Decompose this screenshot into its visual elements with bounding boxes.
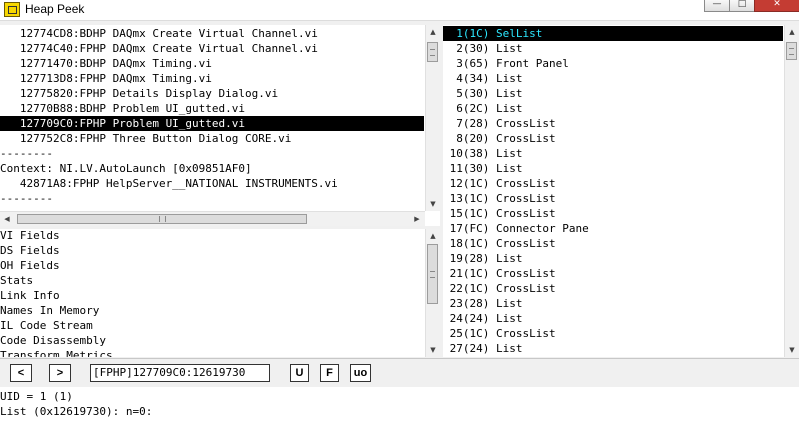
f-button[interactable]: F: [320, 364, 339, 382]
objects-list-item[interactable]: 4(34) List: [443, 71, 522, 86]
maximize-button[interactable]: □: [729, 0, 755, 12]
heap-list-item[interactable]: --------: [0, 191, 53, 206]
objects-list-pane[interactable]: 1(1C) SelList 2(30) List 3(65) Front Pan…: [443, 25, 799, 357]
objects-list-item[interactable]: 25(1C) CrossList: [443, 326, 556, 341]
fields-list-item[interactable]: Link Info: [0, 288, 60, 303]
objects-list-item[interactable]: 10(38) List: [443, 146, 523, 161]
fields-list-item[interactable]: OH Fields: [0, 258, 60, 273]
heap-list-vscrollbar[interactable]: ▲ ▼: [425, 25, 440, 211]
heap-list-item[interactable]: --------: [0, 146, 53, 161]
heap-list-item[interactable]: 42871A8:FPHP HelpServer__NATIONAL INSTRU…: [0, 176, 338, 191]
heap-list-hscrollbar[interactable]: ◀ ▶: [0, 211, 425, 226]
scroll-up-icon[interactable]: ▲: [428, 231, 438, 241]
objects-list-item[interactable]: 19(28) List: [443, 251, 523, 266]
heap-list-item[interactable]: Context: NI.LV.AutoLaunch [0x09851AF0]: [0, 161, 252, 176]
uo-button[interactable]: uo: [350, 364, 371, 382]
objects-list-item[interactable]: 7(28) CrossList: [443, 116, 555, 131]
heap-list-item[interactable]: 12774C40:FPHP DAQmx Create Virtual Chann…: [0, 41, 318, 56]
objects-list-item[interactable]: 13(1C) CrossList: [443, 191, 556, 206]
objects-list-item[interactable]: 23(28) List: [443, 296, 523, 311]
heap-list-item[interactable]: 127709C0:FPHP Problem UI_gutted.vi: [0, 116, 424, 131]
scroll-thumb[interactable]: [427, 42, 438, 62]
heap-list-item[interactable]: 12771470:BDHP DAQmx Timing.vi: [0, 56, 212, 71]
objects-list-item[interactable]: 2(30) List: [443, 41, 522, 56]
fields-list-item[interactable]: Transform Metrics: [0, 348, 113, 357]
scroll-down-icon[interactable]: ▼: [787, 345, 797, 355]
forward-button[interactable]: >: [49, 364, 71, 382]
objects-list-item[interactable]: 21(1C) CrossList: [443, 266, 556, 281]
scroll-left-icon[interactable]: ◀: [2, 214, 12, 224]
objects-list-item[interactable]: 6(2C) List: [443, 101, 522, 116]
heap-list-item[interactable]: 12774CD8:BDHP DAQmx Create Virtual Chann…: [0, 26, 318, 41]
heap-list-item[interactable]: 127713D8:FPHP DAQmx Timing.vi: [0, 71, 212, 86]
objects-list-item[interactable]: 27(24) List: [443, 341, 523, 356]
close-button[interactable]: ✕: [754, 0, 799, 12]
title-bar: Heap Peek — □ ✕: [0, 0, 799, 21]
objects-list-item[interactable]: 1(1C) SelList: [443, 26, 783, 41]
objects-list-item[interactable]: 18(1C) CrossList: [443, 236, 556, 251]
heap-list-pane[interactable]: 12774CD8:BDHP DAQmx Create Virtual Chann…: [0, 25, 440, 226]
heap-list-item[interactable]: 12775820:FPHP Details Display Dialog.vi: [0, 86, 278, 101]
address-field[interactable]: [FPHP]127709C0:12619730: [90, 364, 270, 382]
window-title: Heap Peek: [25, 2, 85, 16]
scroll-down-icon[interactable]: ▼: [428, 199, 438, 209]
objects-list-item[interactable]: 3(65) Front Panel: [443, 56, 569, 71]
objects-list-vscrollbar[interactable]: ▲ ▼: [784, 25, 799, 357]
details-line[interactable]: UID = 1 (1): [0, 389, 73, 404]
scroll-thumb[interactable]: [427, 244, 438, 304]
scroll-up-icon[interactable]: ▲: [787, 27, 797, 37]
heap-list-item[interactable]: 127752C8:FPHP Three Button Dialog CORE.v…: [0, 131, 292, 146]
objects-list-item[interactable]: 22(1C) CrossList: [443, 281, 556, 296]
fields-list-vscrollbar[interactable]: ▲ ▼: [425, 229, 440, 357]
objects-list-item[interactable]: 11(30) List: [443, 161, 523, 176]
back-button[interactable]: <: [10, 364, 32, 382]
objects-list-item[interactable]: 8(20) CrossList: [443, 131, 555, 146]
heap-list-item[interactable]: 12770B88:BDHP Problem UI_gutted.vi: [0, 101, 245, 116]
labview-icon: [4, 2, 20, 17]
scroll-up-icon[interactable]: ▲: [428, 27, 438, 37]
objects-list-item[interactable]: 17(FC) Connector Pane: [443, 221, 589, 236]
fields-list-pane[interactable]: VI Fields DS Fields OH Fields Stats Link Inf…: [0, 229, 440, 357]
u-button[interactable]: U: [290, 364, 309, 382]
fields-list-item[interactable]: DS Fields: [0, 243, 60, 258]
fields-list-item[interactable]: VI Fields: [0, 229, 60, 243]
details-pane[interactable]: UID = 1 (1) List (0x12619730): n=0:: [0, 387, 799, 437]
scroll-thumb[interactable]: [786, 42, 797, 60]
fields-list-item[interactable]: Code Disassembly: [0, 333, 106, 348]
minimize-button[interactable]: —: [704, 0, 730, 12]
fields-list-item[interactable]: Stats: [0, 273, 33, 288]
navigation-toolbar: < > [FPHP]127709C0:12619730 U F uo: [0, 358, 799, 388]
fields-list-item[interactable]: Names In Memory: [0, 303, 99, 318]
objects-list-item[interactable]: 12(1C) CrossList: [443, 176, 556, 191]
scroll-down-icon[interactable]: ▼: [428, 345, 438, 355]
objects-list-item[interactable]: 15(1C) CrossList: [443, 206, 556, 221]
details-line[interactable]: List (0x12619730): n=0:: [0, 404, 152, 419]
scroll-right-icon[interactable]: ▶: [412, 214, 422, 224]
objects-list-item[interactable]: 24(24) List: [443, 311, 523, 326]
hscroll-thumb[interactable]: [17, 214, 307, 224]
objects-list-item[interactable]: 5(30) List: [443, 86, 522, 101]
fields-list-item[interactable]: IL Code Stream: [0, 318, 93, 333]
